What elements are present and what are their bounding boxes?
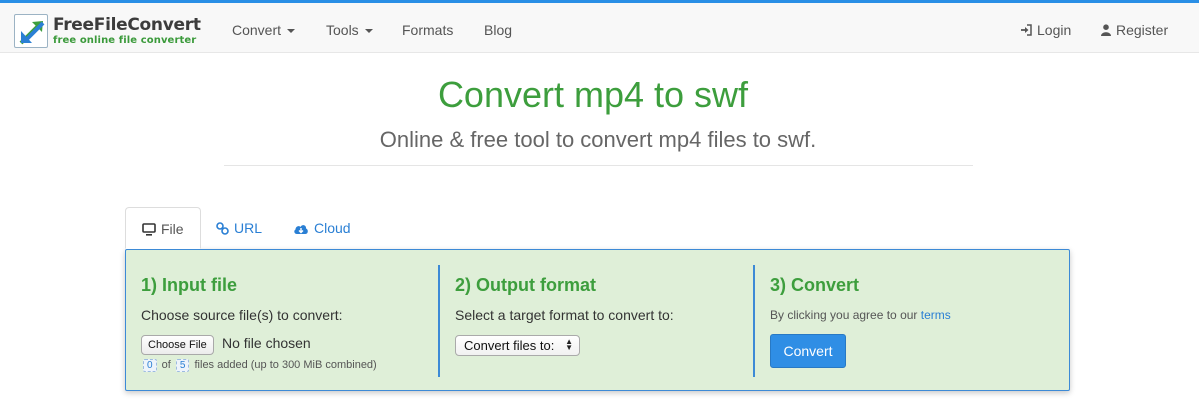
tab-url-label: URL bbox=[234, 220, 263, 236]
monitor-icon bbox=[142, 223, 156, 236]
page-subtitle: Online & free tool to convert mp4 files … bbox=[379, 127, 817, 152]
select-arrows-icon: ▲ ▼ bbox=[565, 337, 573, 352]
brand-name: FreeFileConvert bbox=[53, 14, 201, 35]
chevron-down-icon bbox=[364, 29, 373, 34]
nav-login-link[interactable]: Login bbox=[1020, 6, 1071, 54]
tab-cloud[interactable]: Cloud bbox=[277, 207, 367, 249]
files-of-label: of bbox=[161, 359, 171, 371]
files-max-count: 5 bbox=[175, 359, 190, 372]
nav-blog-link[interactable]: Blog bbox=[484, 6, 512, 54]
nav-convert-label: Convert bbox=[232, 22, 282, 38]
output-format-select-value: Convert files to: bbox=[464, 338, 555, 353]
files-limit-text: files added (up to 300 MiB combined) bbox=[194, 359, 377, 371]
brand-logo-link[interactable]: FreeFileConvert free online file convert… bbox=[14, 13, 201, 49]
nav-register-link[interactable]: Register bbox=[1101, 6, 1168, 54]
files-added-count: 0 bbox=[143, 359, 157, 372]
step-output-title: 2) Output format bbox=[455, 275, 596, 295]
tab-cloud-label: Cloud bbox=[314, 220, 351, 236]
terms-link[interactable]: terms bbox=[921, 308, 951, 322]
header-divider bbox=[224, 165, 973, 166]
nav-formats-link[interactable]: Formats bbox=[402, 6, 453, 54]
step-input-instructions: Choose source file(s) to convert: bbox=[141, 307, 343, 323]
source-tabs: File URL Cloud bbox=[125, 207, 1070, 249]
page-title: Convert mp4 to swf bbox=[437, 74, 749, 115]
step-input-title: 1) Input file bbox=[141, 275, 237, 295]
nav-tools-dropdown[interactable]: Tools bbox=[326, 6, 373, 54]
nav-convert-dropdown[interactable]: Convert bbox=[232, 6, 296, 54]
brand-text: FreeFileConvert free online file convert… bbox=[53, 14, 201, 46]
brand-tagline: free online file converter bbox=[53, 34, 197, 46]
terms-agreement-label: By clicking you agree to our bbox=[770, 308, 918, 322]
conversion-panel: 1) Input file Choose source file(s) to c… bbox=[125, 249, 1070, 391]
cloud-icon bbox=[294, 225, 308, 234]
terms-agreement-text: By clicking you agree to our terms bbox=[770, 308, 951, 322]
chevron-down-icon bbox=[287, 29, 296, 34]
step-divider bbox=[438, 265, 440, 377]
choose-file-button[interactable]: Choose File bbox=[141, 335, 214, 355]
top-navbar: FreeFileConvert free online file convert… bbox=[0, 0, 1199, 53]
tab-file-label: File bbox=[161, 221, 184, 237]
convert-button[interactable]: Convert bbox=[770, 334, 846, 368]
tab-url[interactable]: URL bbox=[200, 207, 278, 249]
convert-arrows-icon bbox=[14, 14, 48, 48]
nav-login-label: Login bbox=[1037, 22, 1072, 38]
step-divider bbox=[753, 265, 755, 377]
no-file-chosen-text: No file chosen bbox=[222, 335, 311, 351]
user-icon bbox=[1101, 7, 1111, 55]
login-icon bbox=[1020, 7, 1032, 55]
step-output-instructions: Select a target format to convert to: bbox=[455, 307, 674, 323]
output-format-select[interactable]: Convert files to: ▲ ▼ bbox=[455, 335, 580, 356]
nav-tools-label: Tools bbox=[326, 22, 359, 38]
tab-file[interactable]: File bbox=[125, 207, 201, 249]
files-added-note: 0 of 5 files added (up to 300 MiB combin… bbox=[141, 359, 377, 372]
step-convert-title: 3) Convert bbox=[770, 275, 860, 295]
nav-register-label: Register bbox=[1116, 22, 1169, 38]
link-icon bbox=[216, 222, 229, 235]
